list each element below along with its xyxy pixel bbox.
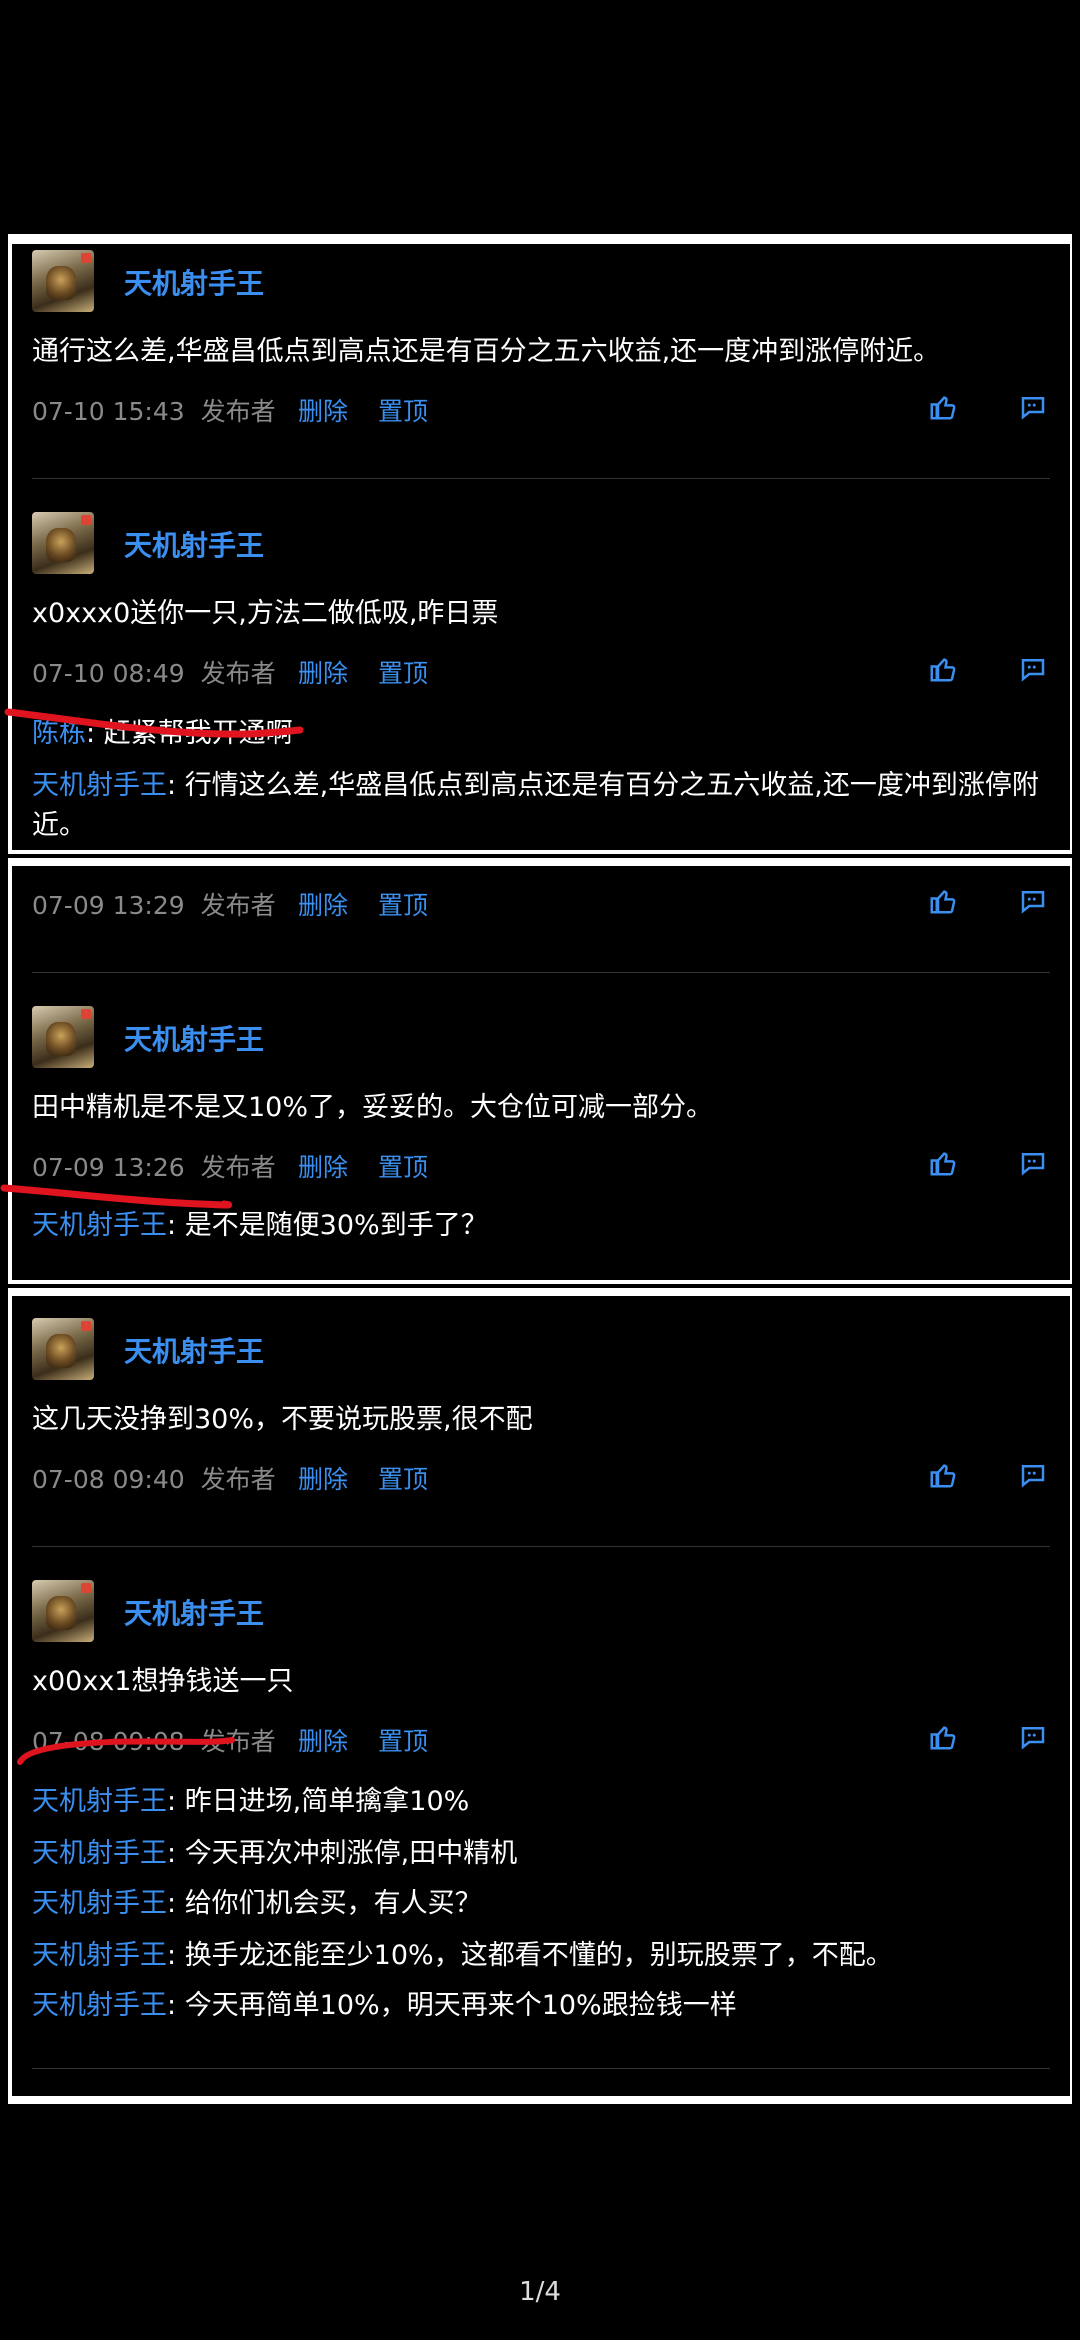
reply-author[interactable]: 天机射手王 [32, 1210, 167, 1241]
comment-text: 田中精机是不是又10%了，妥妥的。大仓位可减一部分。 [32, 1092, 714, 1123]
publisher-label: 发布者 [200, 1465, 276, 1494]
like-icon[interactable] [928, 1722, 958, 1752]
avatar[interactable] [32, 1318, 94, 1380]
reply-text: 给你们机会买，有人买？ [184, 1888, 482, 1919]
reply-text: 是不是随便30%到手了？ [184, 1210, 488, 1241]
reply-item: 天机射手王: 换手龙还能至少10%，这都看不懂的，别玩股票了，不配。 [32, 1940, 893, 1971]
reply-author[interactable]: 陈栋 [32, 718, 86, 749]
timestamp: 07-09 13:26 [32, 1153, 185, 1182]
avatar[interactable] [32, 512, 94, 574]
timestamp: 07-09 13:29 [32, 891, 185, 920]
pin-button[interactable]: 置顶 [378, 392, 428, 428]
reply-author[interactable]: 天机射手王 [32, 1940, 167, 1971]
divider [32, 478, 1050, 479]
reply-item: 天机射手王: 昨日进场,简单擒拿10% [32, 1786, 470, 1817]
reply-text: 今天再简单10%，明天再来个10%跟捡钱一样 [184, 1990, 737, 2021]
reply-author[interactable]: 天机射手王 [32, 1786, 167, 1817]
publisher-label: 发布者 [200, 891, 276, 920]
comment-meta: 07-09 13:26 发布者 [32, 1148, 276, 1184]
reply-item: 天机射手王: 今天再简单10%，明天再来个10%跟捡钱一样 [32, 1990, 737, 2021]
avatar[interactable] [32, 1580, 94, 1642]
comment-meta: 07-08 09:40 发布者 [32, 1460, 276, 1496]
reply-text: 昨日进场,简单擒拿10% [184, 1786, 470, 1817]
reply-item: 天机射手王: 行情这么差,华盛昌低点到高点还是有百分之五六收益,还一度冲到涨停附… [32, 770, 1039, 841]
timestamp: 07-10 15:43 [32, 397, 185, 426]
comment-text: x00xx1想挣钱送一只 [32, 1666, 294, 1697]
reply-icon[interactable] [1018, 1148, 1048, 1178]
page-indicator: 1/4 [519, 2277, 561, 2307]
reply-item: 天机射手王: 今天再次冲刺涨停,田中精机 [32, 1838, 518, 1869]
reply-item: 陈栋: 赶紧帮我开通啊 [32, 718, 293, 749]
reply-author[interactable]: 天机射手王 [32, 1888, 167, 1919]
reply-text: 今天再次冲刺涨停,田中精机 [184, 1838, 518, 1869]
divider [32, 2068, 1050, 2069]
reply-icon[interactable] [1018, 886, 1048, 916]
pin-button[interactable]: 置顶 [378, 654, 428, 690]
username[interactable]: 天机射手王 [124, 262, 264, 302]
username[interactable]: 天机射手王 [124, 524, 264, 564]
reply-text: 赶紧帮我开通啊 [103, 718, 293, 749]
reply-icon[interactable] [1018, 654, 1048, 684]
pin-button[interactable]: 置顶 [378, 1460, 428, 1496]
publisher-label: 发布者 [200, 1153, 276, 1182]
timestamp: 07-08 09:40 [32, 1465, 185, 1494]
comment-text: 这几天没挣到30%，不要说玩股票,很不配 [32, 1404, 533, 1435]
divider [32, 1546, 1050, 1547]
comment-card: 天机射手王 这几天没挣到30%，不要说玩股票,很不配 07-08 09:40 发布… [12, 1296, 1070, 2096]
comment-meta: 07-10 08:49 发布者 [32, 654, 276, 690]
comment-meta: 07-09 13:29 发布者 [32, 886, 276, 922]
timestamp: 07-08 09:08 [32, 1727, 185, 1756]
comment-text: 通行这么差,华盛昌低点到高点还是有百分之五六收益,还一度冲到涨停附近。 [32, 336, 941, 367]
delete-button[interactable]: 删除 [298, 886, 348, 922]
like-icon[interactable] [928, 1148, 958, 1178]
pin-button[interactable]: 置顶 [378, 1148, 428, 1184]
delete-button[interactable]: 删除 [298, 1460, 348, 1496]
username[interactable]: 天机射手王 [124, 1592, 264, 1632]
pin-button[interactable]: 置顶 [378, 886, 428, 922]
avatar[interactable] [32, 1006, 94, 1068]
publisher-label: 发布者 [200, 1727, 276, 1756]
delete-button[interactable]: 删除 [298, 1722, 348, 1758]
like-icon[interactable] [928, 1460, 958, 1490]
delete-button[interactable]: 删除 [298, 654, 348, 690]
like-icon[interactable] [928, 886, 958, 916]
reply-icon[interactable] [1018, 1460, 1048, 1490]
comment-meta: 07-10 15:43 发布者 [32, 392, 276, 428]
comment-text: x0xxx0送你一只,方法二做低吸,昨日票 [32, 598, 499, 629]
comment-card: 07-09 13:29 发布者 删除 置顶 天机射手王 田中精机是不是又10%了，… [12, 866, 1070, 1280]
delete-button[interactable]: 删除 [298, 392, 348, 428]
avatar[interactable] [32, 250, 94, 312]
comment-meta: 07-08 09:08 发布者 [32, 1722, 276, 1758]
reply-icon[interactable] [1018, 1722, 1048, 1752]
publisher-label: 发布者 [200, 659, 276, 688]
divider [32, 972, 1050, 973]
like-icon[interactable] [928, 654, 958, 684]
comment-card: 天机射手王 通行这么差,华盛昌低点到高点还是有百分之五六收益,还一度冲到涨停附近… [12, 244, 1070, 850]
timestamp: 07-10 08:49 [32, 659, 185, 688]
delete-button[interactable]: 删除 [298, 1148, 348, 1184]
reply-icon[interactable] [1018, 392, 1048, 422]
username[interactable]: 天机射手王 [124, 1330, 264, 1370]
username[interactable]: 天机射手王 [124, 1018, 264, 1058]
publisher-label: 发布者 [200, 397, 276, 426]
reply-item: 天机射手王: 是不是随便30%到手了？ [32, 1210, 488, 1241]
reply-author[interactable]: 天机射手王 [32, 1990, 167, 2021]
reply-author[interactable]: 天机射手王 [32, 1838, 167, 1869]
reply-item: 天机射手王: 给你们机会买，有人买？ [32, 1888, 482, 1919]
pin-button[interactable]: 置顶 [378, 1722, 428, 1758]
reply-author[interactable]: 天机射手王 [32, 770, 167, 801]
like-icon[interactable] [928, 392, 958, 422]
reply-text: 换手龙还能至少10%，这都看不懂的，别玩股票了，不配。 [184, 1940, 893, 1971]
